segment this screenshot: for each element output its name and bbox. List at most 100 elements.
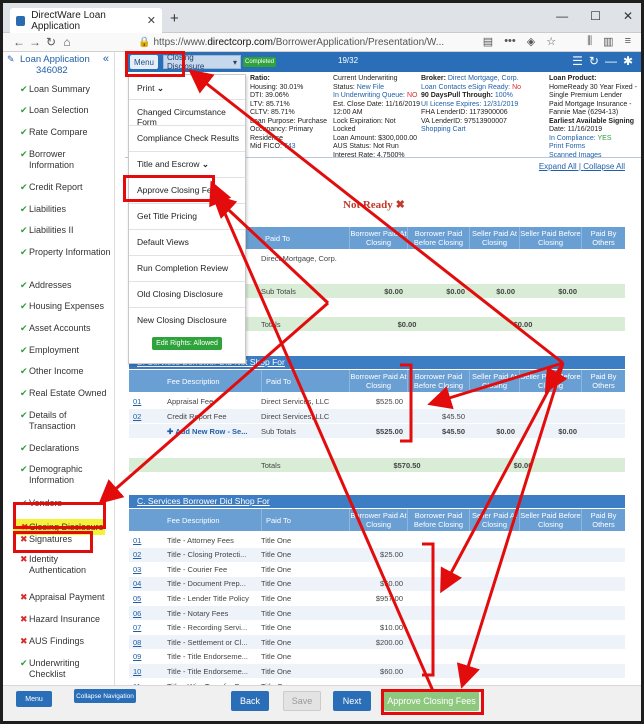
row-number-link[interactable]: 01 bbox=[133, 394, 141, 408]
sidebar-item[interactable]: ✔ Other Income bbox=[20, 366, 111, 377]
dropdown-menu-item[interactable]: Old Closing Disclosure bbox=[137, 289, 223, 299]
check-icon: ✔ bbox=[20, 247, 28, 257]
sidebar-item[interactable]: ✖ Signatures bbox=[20, 534, 111, 545]
shopping-cart-link[interactable]: Shopping Cart bbox=[421, 126, 521, 135]
maximize-icon[interactable]: ☐ bbox=[590, 9, 601, 23]
row-number-link[interactable]: 06 bbox=[133, 606, 141, 620]
document-select[interactable]: Closing Disclosure ▾ bbox=[163, 53, 241, 71]
sidebar-item[interactable]: ✔ Rate Compare bbox=[20, 127, 111, 138]
more-icon[interactable]: ••• bbox=[504, 35, 516, 48]
pocket-icon[interactable]: ◈ bbox=[527, 35, 535, 48]
minimize-panel-icon[interactable]: — bbox=[605, 54, 617, 68]
dropdown-menu-item[interactable]: New Closing Disclosure bbox=[137, 315, 227, 325]
status-value: New File bbox=[356, 83, 384, 91]
sidebar-item[interactable]: ✔ Details of Transaction bbox=[20, 410, 111, 432]
address-bar[interactable]: 🔒 https://www. directcorp.com/BorrowerApp… bbox=[138, 34, 498, 50]
collapse-chevron-icon[interactable]: « bbox=[103, 54, 109, 65]
library-icon[interactable]: ⫼ bbox=[587, 35, 592, 48]
back-arrow-icon[interactable]: ← bbox=[11, 35, 27, 49]
hamburger-menu-icon[interactable]: ≡ bbox=[625, 35, 631, 48]
row-number-link[interactable]: 07 bbox=[133, 621, 141, 635]
sidebar-item[interactable]: ✔ Property Information bbox=[20, 247, 111, 258]
sidebar-title[interactable]: Loan Application bbox=[20, 54, 90, 65]
sidebar-item[interactable]: ✔ Loan Summary bbox=[20, 84, 111, 95]
expand-all-link[interactable]: Expand All bbox=[539, 162, 577, 171]
collapse-all-link[interactable]: Collapse All bbox=[583, 162, 625, 171]
sidebar-item[interactable]: ✔ Underwriting Checklist bbox=[20, 658, 111, 680]
approve-closing-fees-button[interactable]: Approve Closing Fees bbox=[384, 691, 479, 711]
browser-tab[interactable]: DirectWare Loan Application ✕ bbox=[10, 8, 162, 33]
dropdown-menu-item[interactable]: Get Title Pricing bbox=[137, 211, 197, 221]
bookmark-star-icon[interactable]: ☆ bbox=[546, 35, 556, 48]
sidebar-item[interactable]: ✔ Borrower Information bbox=[20, 149, 111, 171]
close-tab-icon[interactable]: ✕ bbox=[147, 14, 156, 27]
totals-label: Totals bbox=[261, 319, 281, 329]
home-icon[interactable]: ⌂ bbox=[59, 35, 75, 49]
dropdown-menu-item[interactable]: Title and Escrow ⌄ bbox=[137, 159, 209, 170]
sidebar-icon[interactable]: ▥ bbox=[603, 35, 613, 48]
sidebar-item[interactable]: ✔ Housing Expenses bbox=[20, 301, 111, 312]
sidebar-item[interactable]: ✖ Hazard Insurance bbox=[20, 614, 111, 625]
new-tab-icon[interactable]: + bbox=[170, 10, 179, 27]
row-number-link[interactable]: 05 bbox=[133, 591, 141, 605]
chevron-down-icon: ⌄ bbox=[199, 159, 209, 169]
row-number-link[interactable]: 03 bbox=[133, 562, 141, 576]
back-button[interactable]: Back bbox=[231, 691, 269, 711]
check-icon: ✔ bbox=[20, 225, 28, 235]
collapse-navigation-button[interactable]: Collapse Navigation bbox=[74, 689, 136, 703]
dropdown-menu-item[interactable]: Compliance Check Results bbox=[137, 133, 239, 143]
row-number-link[interactable]: 09 bbox=[133, 650, 141, 664]
add-row: ✚ Add New Row - Se... Sub Totals $525.00… bbox=[129, 424, 625, 438]
row-number-link[interactable]: 04 bbox=[133, 577, 141, 591]
sidebar-item[interactable]: ✔ Loan Selection bbox=[20, 105, 111, 116]
minimize-icon[interactable]: — bbox=[556, 9, 568, 23]
scanned-images-link[interactable]: Scanned Images bbox=[549, 152, 637, 161]
refresh-icon[interactable]: ↻ bbox=[589, 54, 599, 68]
save-button[interactable]: Save bbox=[283, 691, 321, 711]
row-number-link[interactable]: 02 bbox=[133, 409, 141, 423]
sidebar-item[interactable]: ✔ Liabilities bbox=[20, 204, 111, 215]
row-number-link[interactable]: 01 bbox=[133, 533, 141, 547]
reload-icon[interactable]: ↻ bbox=[43, 35, 59, 49]
sidebar-item[interactable]: ✖ AUS Findings bbox=[20, 636, 111, 647]
ltv-ratio: LTV: 85.71% bbox=[250, 100, 290, 108]
forward-arrow-icon[interactable]: → bbox=[27, 35, 43, 49]
menu-button[interactable]: Menu bbox=[130, 55, 158, 69]
next-button[interactable]: Next bbox=[333, 691, 371, 711]
bottom-menu-button[interactable]: Menu bbox=[16, 691, 52, 707]
dropdown-menu-item[interactable]: Run Completion Review bbox=[137, 263, 228, 273]
app-content: ✎ Loan Application 346082 « ✔ Loan Summar… bbox=[3, 52, 641, 721]
section-c-title[interactable]: C. Services Borrower Did Shop For bbox=[129, 495, 625, 508]
mid-fico-value[interactable]: 743 bbox=[284, 143, 296, 150]
sidebar-item[interactable]: ✖ Identity Authentication bbox=[20, 554, 111, 576]
sidebar-item[interactable]: ✔ Real Estate Owned bbox=[20, 388, 111, 399]
list-icon[interactable]: ☰ bbox=[572, 54, 583, 68]
loan-contacts-link[interactable]: Loan Contacts bbox=[421, 84, 466, 91]
sidebar-item[interactable]: ✔ Addresses bbox=[20, 280, 111, 291]
add-row-link[interactable]: ✚ Add New Row - Se... bbox=[167, 424, 247, 438]
sidebar-item[interactable]: ✔ Vendors bbox=[20, 498, 111, 509]
sidebar-item[interactable]: ✔ Asset Accounts bbox=[20, 323, 111, 334]
check-icon: ✔ bbox=[20, 127, 28, 137]
print-forms-link[interactable]: Print Forms bbox=[549, 143, 637, 152]
sidebar-item[interactable]: ✖ Closing Disclosure bbox=[13, 519, 105, 535]
row-number-link[interactable]: 08 bbox=[133, 635, 141, 649]
dropdown-menu-item[interactable]: Print ⌄ bbox=[137, 83, 164, 94]
menu-divider bbox=[129, 307, 245, 308]
row-number-link[interactable]: 10 bbox=[133, 664, 141, 678]
sidebar-item[interactable]: ✔ Demographic Information bbox=[20, 464, 111, 486]
col-fee-description: Fee Description bbox=[167, 515, 220, 525]
sidebar-item[interactable]: ✔ Employment bbox=[20, 345, 111, 356]
broker-value[interactable]: Direct Mortgage, Corp. bbox=[448, 75, 519, 82]
sidebar-item[interactable]: ✖ Appraisal Payment bbox=[20, 592, 111, 603]
pin-icon[interactable]: ✱ bbox=[623, 54, 633, 68]
sidebar-item[interactable]: ✔ Credit Report bbox=[20, 182, 111, 193]
row-number-link[interactable]: 02 bbox=[133, 548, 141, 562]
reader-icon[interactable]: ▤ bbox=[483, 35, 493, 48]
dropdown-menu-item[interactable]: Changed Circumstance Form bbox=[137, 107, 245, 127]
close-window-icon[interactable]: ✕ bbox=[623, 9, 633, 23]
dropdown-menu-item[interactable]: Approve Closing Fees bbox=[137, 185, 221, 195]
dropdown-menu-item[interactable]: Default Views bbox=[137, 237, 189, 247]
sidebar-item[interactable]: ✔ Liabilities II bbox=[20, 225, 111, 236]
sidebar-item[interactable]: ✔ Declarations bbox=[20, 443, 111, 454]
